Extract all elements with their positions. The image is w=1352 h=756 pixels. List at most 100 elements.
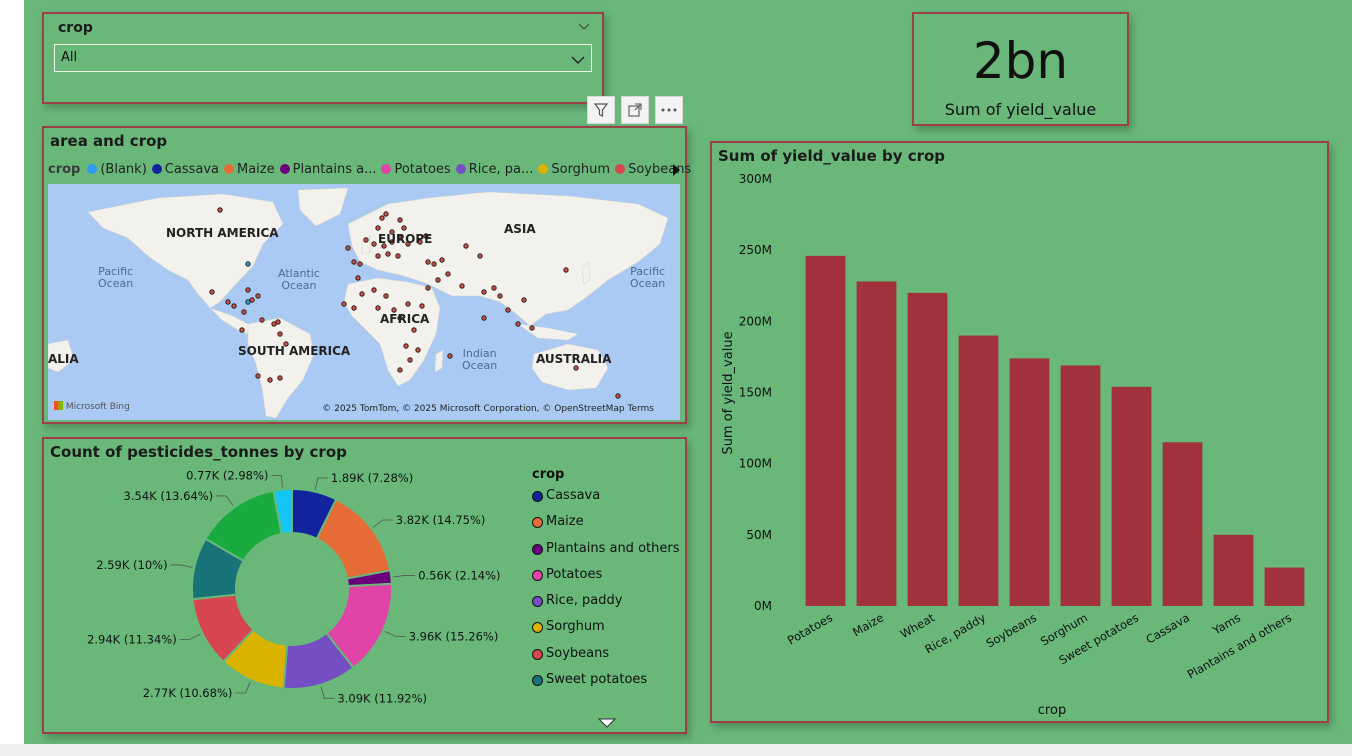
legend-dot <box>532 569 543 581</box>
donut-leader-line <box>235 681 251 694</box>
bar[interactable] <box>907 292 948 606</box>
legend-dot <box>532 543 543 555</box>
x-tick-label: Potatoes <box>785 610 835 647</box>
map-label-south-america: SOUTH AMERICA <box>238 344 351 358</box>
ocean-label-line: Ocean <box>281 279 317 292</box>
donut-legend-label: Cassava <box>546 488 601 503</box>
filter-icon[interactable] <box>587 96 615 124</box>
legend-dot <box>279 164 290 174</box>
donut-legend: crop Cassava Maize Plantains and others … <box>532 467 679 698</box>
donut-leader-line <box>314 477 328 490</box>
bar-chart[interactable]: 0M 50M 100M 150M 200M 250M 300M Potatoes Maize Wh… <box>712 143 1327 721</box>
map-visual[interactable]: area and crop crop (Blank) Cassava Maize… <box>42 126 691 424</box>
donut-legend-item[interactable]: Cassava <box>532 488 679 514</box>
kpi-label: Sum of yield_value <box>944 100 1097 119</box>
legend-dot <box>532 675 543 687</box>
donut-legend-item[interactable]: Rice, paddy <box>532 593 679 619</box>
legend-dot <box>532 648 543 660</box>
map-label-alia: ALIA <box>48 352 79 366</box>
y-tick-label: 300M <box>739 172 772 186</box>
donut-leader-line <box>216 495 234 506</box>
donut-legend-item[interactable]: Potatoes <box>532 567 679 593</box>
continents-shape <box>48 187 669 419</box>
crop-slicer[interactable]: crop All <box>42 12 604 104</box>
y-tick-label: 200M <box>739 314 772 328</box>
world-map[interactable]: NORTH AMERICA EUROPE ASIA AFRICA SOUTH A… <box>48 184 680 420</box>
chevron-down-icon[interactable] <box>578 20 590 34</box>
kpi-value: 2bn <box>972 32 1069 90</box>
donut-data-label: 0.56K (2.14%) <box>418 568 500 582</box>
bar[interactable] <box>805 255 846 607</box>
map-legend-label: (Blank) <box>100 162 147 177</box>
donut-legend-item[interactable]: Sorghum <box>532 619 679 645</box>
donut-legend-label: Sorghum <box>546 619 605 635</box>
map-legend-item[interactable]: Cassava <box>151 162 219 177</box>
donut-legend-label: Rice, paddy <box>546 593 623 609</box>
donut-visual[interactable]: Count of pesticides_tonnes by crop 1.89K… <box>42 437 687 734</box>
donut-legend-item[interactable]: Sweet potatoes <box>532 672 679 698</box>
legend-dot <box>532 596 543 608</box>
bar[interactable] <box>1111 386 1152 606</box>
map-legend-label: Potatoes <box>394 162 451 177</box>
ocean-label-line: Ocean <box>630 277 666 290</box>
donut-leader-line <box>320 686 335 699</box>
donut-leader-line <box>384 630 406 637</box>
ocean-label-indian: Indian Ocean <box>462 348 497 372</box>
donut-leader-line <box>179 633 201 640</box>
legend-dot <box>87 164 98 174</box>
x-axis-title: crop <box>1038 703 1066 718</box>
page-margin <box>0 0 24 744</box>
slicer-dropdown[interactable]: All <box>54 44 592 72</box>
map-title: area and crop <box>50 132 168 150</box>
bar-chart-visual[interactable]: Sum of yield_value by crop 0M 50M 100M 150M… <box>710 141 1329 723</box>
legend-next-icon[interactable] <box>671 162 681 181</box>
donut-legend-item[interactable]: Plantains and others <box>532 541 679 567</box>
bing-label: Microsoft Bing <box>65 402 130 412</box>
map-legend-label: Sorghum <box>551 162 611 177</box>
map-label-asia: ASIA <box>504 222 536 236</box>
map-legend-label: Plantains a... <box>292 162 377 177</box>
ocean-label-line: Ocean <box>98 277 134 290</box>
slicer-selected-value: All <box>61 50 78 65</box>
bar[interactable] <box>1060 365 1101 606</box>
y-tick-label: 50M <box>746 528 772 542</box>
donut-legend-label: Potatoes <box>546 566 603 582</box>
donut-data-label: 0.77K (2.98%) <box>186 468 268 482</box>
more-options-icon[interactable] <box>655 96 683 124</box>
map-legend-item[interactable]: Plantains a... <box>279 162 377 177</box>
focus-mode-icon[interactable] <box>621 96 649 124</box>
donut-legend-label: Sweet potatoes <box>546 672 648 688</box>
y-axis-title: Sum of yield_value <box>721 331 736 454</box>
bar[interactable] <box>1162 442 1203 606</box>
y-tick-label: 100M <box>739 457 772 471</box>
map-copyright[interactable]: © 2025 TomTom, © 2025 Microsoft Corporat… <box>322 404 654 414</box>
donut-chart[interactable]: 1.89K (7.28%) 3.82K (14.75%) 0.56K (2.14%)… <box>44 461 514 731</box>
map-label-europe: EUROPE <box>378 232 433 246</box>
donut-legend-label: Soybeans <box>546 645 610 661</box>
map-legend-item[interactable]: Potatoes <box>381 162 451 177</box>
map-legend-item[interactable]: Sorghum <box>538 162 610 177</box>
bar[interactable] <box>856 281 897 606</box>
map-legend-item[interactable]: Rice, pa... <box>455 162 534 177</box>
map-legend-label: Rice, pa... <box>468 162 534 177</box>
legend-scroll-down-icon[interactable] <box>597 713 617 732</box>
bar[interactable] <box>1213 534 1254 606</box>
y-tick-label: 250M <box>739 243 772 257</box>
map-legend-item[interactable]: Maize <box>224 162 275 177</box>
donut-leader-line <box>372 519 393 528</box>
map-label-australia: AUSTRALIA <box>536 352 612 366</box>
donut-legend-item[interactable]: Soybeans <box>532 646 679 672</box>
donut-legend-item[interactable]: Maize <box>532 514 679 540</box>
donut-data-label: 2.94K (11.34%) <box>87 632 177 646</box>
donut-data-label: 3.96K (15.26%) <box>409 629 499 643</box>
x-tick-label: Wheat <box>898 610 938 641</box>
donut-leader-line <box>271 475 283 488</box>
bar[interactable] <box>958 335 999 606</box>
kpi-card[interactable]: 2bn Sum of yield_value <box>912 12 1129 126</box>
y-tick-label: 150M <box>739 386 772 400</box>
bar[interactable] <box>1264 567 1305 606</box>
map-legend-item[interactable]: (Blank) <box>87 162 147 177</box>
map-legend: crop (Blank) Cassava Maize Plantains a..… <box>48 162 691 177</box>
bar[interactable] <box>1009 358 1050 606</box>
map-legend-title: crop <box>48 162 81 177</box>
